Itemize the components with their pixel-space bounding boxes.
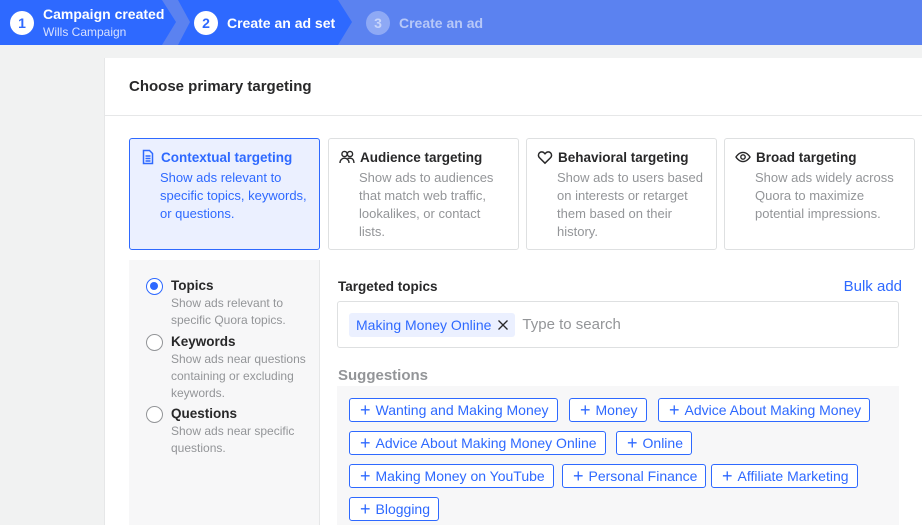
card-description: Show ads relevant to specific topics, ke…	[160, 170, 307, 221]
bulk-add-link[interactable]: Bulk add	[844, 278, 902, 295]
suggestion-chip[interactable]: + Wanting and Making Money	[349, 398, 558, 422]
option-description: Show ads near specific questions.	[171, 424, 295, 455]
progress-stepper: 1 Campaign created Wills Campaign 2 Crea…	[0, 0, 922, 45]
card-audience-targeting[interactable]: Audience targeting Show ads to audiences…	[328, 138, 519, 250]
card-contextual-targeting[interactable]: Contextual targeting Show ads relevant t…	[129, 138, 320, 250]
chip-label: Making Money Online	[356, 316, 492, 333]
suggestion-chip[interactable]: + Blogging	[349, 497, 440, 521]
heart-icon	[537, 151, 553, 165]
plus-icon: +	[360, 466, 371, 486]
suggestion-chip[interactable]: + Money	[569, 398, 647, 422]
topics-section: Targeted topics Bulk add Making Money On…	[321, 260, 922, 525]
page-title: Choose primary targeting	[129, 78, 312, 95]
plus-icon: +	[669, 400, 680, 420]
card-description: Show ads widely across Quora to maximize…	[755, 170, 894, 221]
step-number: 3	[366, 10, 390, 35]
chip-label: Making Money on YouTube	[375, 468, 545, 484]
targeting-type-options: Topics Show ads relevant to specific Quo…	[129, 260, 320, 525]
step-create-ad-set[interactable]: 2 Create an ad set	[178, 0, 352, 45]
option-label: Topics	[171, 278, 214, 293]
suggestion-chip[interactable]: + Affiliate Marketing	[711, 464, 858, 488]
radio-questions[interactable]	[146, 406, 163, 423]
selected-topic-chip: Making Money Online	[349, 312, 516, 337]
topic-search-field[interactable]: Making Money Online	[337, 301, 899, 348]
step-number: 1	[10, 10, 34, 35]
chip-label: Wanting and Making Money	[375, 402, 549, 418]
step-create-ad: 3 Create an ad	[352, 0, 483, 45]
card-broad-targeting[interactable]: Broad targeting Show ads widely across Q…	[724, 138, 915, 250]
card-title: Broad targeting	[756, 149, 857, 165]
step-title: Campaign created	[43, 5, 165, 22]
search-input[interactable]	[522, 316, 823, 333]
chip-label: Personal Finance	[588, 468, 698, 484]
option-description: Show ads near questions containing or ex…	[171, 352, 306, 400]
card-description: Show ads to audiences that match web tra…	[359, 170, 494, 239]
radio-topics[interactable]	[146, 278, 163, 295]
chip-label: Advice About Making Money Online	[375, 435, 597, 451]
suggestions-title: Suggestions	[338, 367, 429, 384]
plus-icon: +	[360, 400, 371, 420]
eye-icon	[735, 151, 751, 163]
option-keywords[interactable]: Keywords Show ads near questions contain…	[146, 333, 311, 402]
card-description: Show ads to users based on interests or …	[557, 170, 703, 239]
targeting-panel: Choose primary targeting Contextual targ…	[104, 58, 922, 525]
radio-keywords[interactable]	[146, 334, 163, 351]
suggestion-chip[interactable]: + Personal Finance	[562, 464, 707, 488]
close-icon[interactable]	[497, 319, 509, 331]
plus-icon: +	[722, 466, 733, 486]
option-questions[interactable]: Questions Show ads near specific questio…	[146, 405, 311, 457]
step-title: Create an ad	[399, 14, 484, 31]
chip-label: Money	[595, 402, 638, 418]
suggestions-list: + Wanting and Making Money + Money + Advice…	[337, 386, 899, 525]
option-label: Keywords	[171, 334, 236, 349]
step-number: 2	[194, 10, 218, 35]
chip-label: Online	[642, 435, 683, 451]
option-topics[interactable]: Topics Show ads relevant to specific Quo…	[146, 277, 311, 329]
card-behavioral-targeting[interactable]: Behavioral targeting Show ads to users b…	[526, 138, 717, 250]
chip-label: Advice About Making Money	[684, 402, 862, 418]
suggestion-chip[interactable]: + Making Money on YouTube	[349, 464, 554, 488]
plus-icon: +	[360, 499, 371, 519]
suggestion-chip[interactable]: + Advice About Making Money Online	[349, 431, 606, 455]
card-title: Behavioral targeting	[558, 149, 689, 165]
suggestion-chip[interactable]: + Online	[616, 431, 692, 455]
option-label: Questions	[171, 406, 238, 421]
suggestion-chip[interactable]: + Advice About Making Money	[658, 398, 871, 422]
step-subtitle: Wills Campaign	[43, 24, 127, 39]
card-title: Audience targeting	[360, 149, 483, 165]
plus-icon: +	[580, 400, 591, 420]
plus-icon: +	[627, 433, 638, 453]
plus-icon: +	[360, 433, 371, 453]
option-description: Show ads relevant to specific Quora topi…	[171, 296, 286, 327]
section-title: Targeted topics	[338, 279, 438, 294]
chip-label: Blogging	[375, 501, 431, 517]
step-title: Create an ad set	[227, 14, 336, 31]
document-icon	[142, 149, 154, 165]
divider	[105, 115, 922, 116]
card-title: Contextual targeting	[161, 149, 293, 165]
chip-label: Affiliate Marketing	[737, 468, 849, 484]
plus-icon: +	[573, 466, 584, 486]
step-campaign-created[interactable]: 1 Campaign created Wills Campaign	[0, 0, 176, 45]
users-icon	[339, 150, 355, 164]
